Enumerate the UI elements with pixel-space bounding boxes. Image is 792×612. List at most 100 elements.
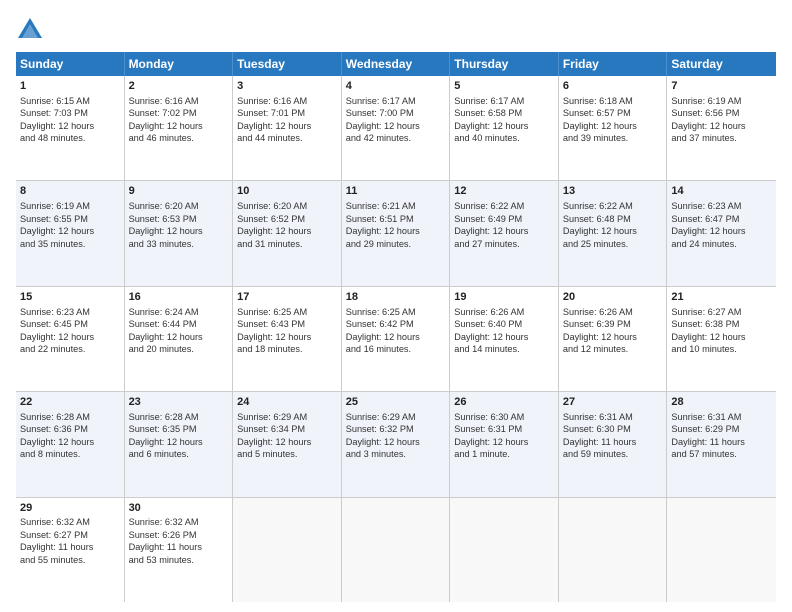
day-info-line: Sunrise: 6:28 AM bbox=[20, 411, 120, 423]
day-info-line: Sunrise: 6:30 AM bbox=[454, 411, 554, 423]
day-info-line: Daylight: 12 hours bbox=[20, 436, 120, 448]
table-row bbox=[342, 498, 451, 602]
day-info-line: and 18 minutes. bbox=[237, 343, 337, 355]
day-info-line: Daylight: 12 hours bbox=[563, 225, 663, 237]
page: SundayMondayTuesdayWednesdayThursdayFrid… bbox=[0, 0, 792, 612]
day-info-line: Sunrise: 6:16 AM bbox=[129, 95, 229, 107]
day-info-line: and 8 minutes. bbox=[20, 448, 120, 460]
day-info-line: Daylight: 12 hours bbox=[129, 225, 229, 237]
table-row: 27Sunrise: 6:31 AMSunset: 6:30 PMDayligh… bbox=[559, 392, 668, 496]
calendar-body: 1Sunrise: 6:15 AMSunset: 7:03 PMDaylight… bbox=[16, 76, 776, 602]
day-number: 17 bbox=[237, 290, 337, 305]
day-info-line: Sunset: 7:03 PM bbox=[20, 107, 120, 119]
day-info-line: Sunset: 6:48 PM bbox=[563, 213, 663, 225]
day-info-line: Daylight: 12 hours bbox=[671, 331, 772, 343]
day-info-line: and 5 minutes. bbox=[237, 448, 337, 460]
day-info-line: and 44 minutes. bbox=[237, 132, 337, 144]
day-info-line: and 31 minutes. bbox=[237, 238, 337, 250]
table-row: 17Sunrise: 6:25 AMSunset: 6:43 PMDayligh… bbox=[233, 287, 342, 391]
day-info-line: Sunset: 6:27 PM bbox=[20, 529, 120, 541]
day-info-line: and 10 minutes. bbox=[671, 343, 772, 355]
day-info-line: Daylight: 12 hours bbox=[563, 331, 663, 343]
day-info-line: Sunrise: 6:17 AM bbox=[346, 95, 446, 107]
day-info-line: Sunrise: 6:16 AM bbox=[237, 95, 337, 107]
table-row: 4Sunrise: 6:17 AMSunset: 7:00 PMDaylight… bbox=[342, 76, 451, 180]
calendar-header: SundayMondayTuesdayWednesdayThursdayFrid… bbox=[16, 52, 776, 76]
table-row bbox=[559, 498, 668, 602]
day-info-line: Sunrise: 6:32 AM bbox=[20, 516, 120, 528]
day-info-line: Sunset: 6:38 PM bbox=[671, 318, 772, 330]
day-info-line: Daylight: 12 hours bbox=[20, 331, 120, 343]
day-info-line: Daylight: 12 hours bbox=[237, 331, 337, 343]
day-info-line: and 29 minutes. bbox=[346, 238, 446, 250]
table-row: 24Sunrise: 6:29 AMSunset: 6:34 PMDayligh… bbox=[233, 392, 342, 496]
header-day-wednesday: Wednesday bbox=[342, 52, 451, 76]
table-row bbox=[233, 498, 342, 602]
day-info-line: Sunrise: 6:23 AM bbox=[671, 200, 772, 212]
logo bbox=[16, 16, 48, 44]
day-info-line: Sunrise: 6:31 AM bbox=[563, 411, 663, 423]
table-row: 23Sunrise: 6:28 AMSunset: 6:35 PMDayligh… bbox=[125, 392, 234, 496]
day-number: 2 bbox=[129, 79, 229, 94]
header-day-tuesday: Tuesday bbox=[233, 52, 342, 76]
day-info-line: Daylight: 12 hours bbox=[671, 225, 772, 237]
day-info-line: Sunrise: 6:15 AM bbox=[20, 95, 120, 107]
day-info-line: Daylight: 12 hours bbox=[454, 225, 554, 237]
day-info-line: Sunrise: 6:21 AM bbox=[346, 200, 446, 212]
day-info-line: Sunrise: 6:18 AM bbox=[563, 95, 663, 107]
day-info-line: Sunset: 6:55 PM bbox=[20, 213, 120, 225]
day-info-line: Sunrise: 6:20 AM bbox=[237, 200, 337, 212]
day-number: 1 bbox=[20, 79, 120, 94]
day-info-line: Sunset: 7:00 PM bbox=[346, 107, 446, 119]
day-info-line: Sunrise: 6:26 AM bbox=[454, 306, 554, 318]
day-info-line: Sunset: 6:39 PM bbox=[563, 318, 663, 330]
day-info-line: Sunset: 6:31 PM bbox=[454, 423, 554, 435]
header-day-saturday: Saturday bbox=[667, 52, 776, 76]
day-number: 19 bbox=[454, 290, 554, 305]
table-row: 14Sunrise: 6:23 AMSunset: 6:47 PMDayligh… bbox=[667, 181, 776, 285]
day-info-line: Sunrise: 6:25 AM bbox=[346, 306, 446, 318]
day-info-line: Daylight: 12 hours bbox=[20, 225, 120, 237]
day-number: 28 bbox=[671, 395, 772, 410]
day-info-line: Daylight: 11 hours bbox=[563, 436, 663, 448]
table-row: 13Sunrise: 6:22 AMSunset: 6:48 PMDayligh… bbox=[559, 181, 668, 285]
day-number: 4 bbox=[346, 79, 446, 94]
table-row: 2Sunrise: 6:16 AMSunset: 7:02 PMDaylight… bbox=[125, 76, 234, 180]
table-row: 28Sunrise: 6:31 AMSunset: 6:29 PMDayligh… bbox=[667, 392, 776, 496]
day-number: 11 bbox=[346, 184, 446, 199]
day-info-line: and 27 minutes. bbox=[454, 238, 554, 250]
calendar-week-3: 15Sunrise: 6:23 AMSunset: 6:45 PMDayligh… bbox=[16, 287, 776, 392]
calendar-week-4: 22Sunrise: 6:28 AMSunset: 6:36 PMDayligh… bbox=[16, 392, 776, 497]
day-info-line: Daylight: 12 hours bbox=[671, 120, 772, 132]
day-number: 10 bbox=[237, 184, 337, 199]
calendar: SundayMondayTuesdayWednesdayThursdayFrid… bbox=[16, 52, 776, 602]
day-number: 23 bbox=[129, 395, 229, 410]
table-row: 6Sunrise: 6:18 AMSunset: 6:57 PMDaylight… bbox=[559, 76, 668, 180]
day-number: 13 bbox=[563, 184, 663, 199]
table-row: 15Sunrise: 6:23 AMSunset: 6:45 PMDayligh… bbox=[16, 287, 125, 391]
day-info-line: Daylight: 12 hours bbox=[346, 331, 446, 343]
day-info-line: and 16 minutes. bbox=[346, 343, 446, 355]
day-info-line: and 6 minutes. bbox=[129, 448, 229, 460]
day-info-line: Daylight: 12 hours bbox=[20, 120, 120, 132]
table-row: 11Sunrise: 6:21 AMSunset: 6:51 PMDayligh… bbox=[342, 181, 451, 285]
day-info-line: Daylight: 12 hours bbox=[237, 120, 337, 132]
day-info-line: and 53 minutes. bbox=[129, 554, 229, 566]
day-info-line: Sunset: 6:30 PM bbox=[563, 423, 663, 435]
day-info-line: Daylight: 11 hours bbox=[129, 541, 229, 553]
table-row: 22Sunrise: 6:28 AMSunset: 6:36 PMDayligh… bbox=[16, 392, 125, 496]
table-row: 10Sunrise: 6:20 AMSunset: 6:52 PMDayligh… bbox=[233, 181, 342, 285]
day-info-line: Daylight: 11 hours bbox=[20, 541, 120, 553]
day-number: 9 bbox=[129, 184, 229, 199]
day-info-line: Sunset: 6:58 PM bbox=[454, 107, 554, 119]
day-info-line: Sunrise: 6:17 AM bbox=[454, 95, 554, 107]
day-info-line: Sunset: 6:32 PM bbox=[346, 423, 446, 435]
day-info-line: and 40 minutes. bbox=[454, 132, 554, 144]
day-info-line: Sunset: 6:34 PM bbox=[237, 423, 337, 435]
day-info-line: Daylight: 12 hours bbox=[129, 331, 229, 343]
day-info-line: Sunrise: 6:26 AM bbox=[563, 306, 663, 318]
calendar-week-5: 29Sunrise: 6:32 AMSunset: 6:27 PMDayligh… bbox=[16, 498, 776, 602]
day-number: 21 bbox=[671, 290, 772, 305]
day-info-line: and 59 minutes. bbox=[563, 448, 663, 460]
table-row: 1Sunrise: 6:15 AMSunset: 7:03 PMDaylight… bbox=[16, 76, 125, 180]
